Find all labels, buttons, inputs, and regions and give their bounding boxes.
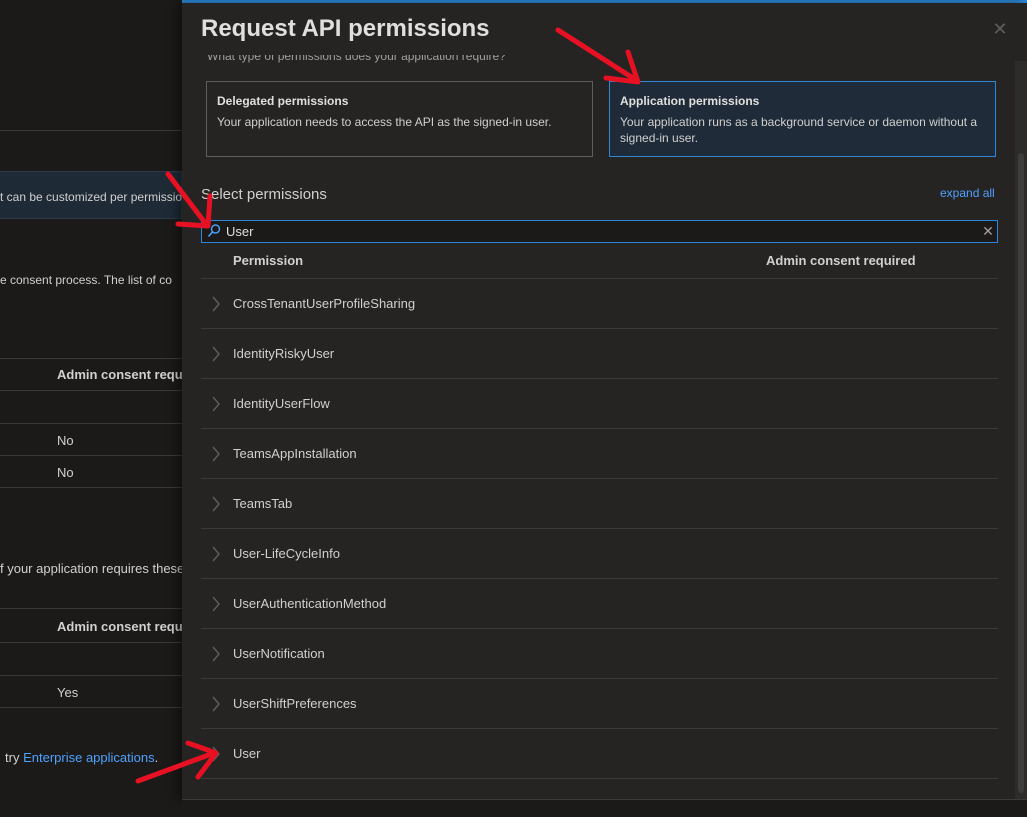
chevron-right-icon[interactable]	[211, 546, 221, 562]
card-description: Your application needs to access the API…	[217, 115, 552, 129]
permission-name: UserAuthenticationMethod	[233, 596, 387, 611]
application-permissions-card[interactable]: Application permissions Your application…	[609, 81, 996, 157]
permission-name: User	[233, 746, 261, 761]
card-title: Delegated permissions	[217, 94, 349, 108]
permission-row[interactable]: User	[201, 729, 998, 779]
close-icon[interactable]: ✕	[990, 19, 1010, 39]
permission-row[interactable]: UserAuthenticationMethod	[201, 579, 998, 629]
permission-row[interactable]: UserShiftPreferences	[201, 679, 998, 729]
consent-value: No	[57, 465, 74, 480]
partially-hidden-text: What type of permissions does your appli…	[207, 55, 506, 63]
permission-name: UserShiftPreferences	[233, 696, 357, 711]
chevron-right-icon[interactable]	[211, 296, 221, 312]
permission-name: User-LifeCycleInfo	[233, 546, 340, 561]
permissions-table-header: Permission Admin consent required	[201, 245, 998, 279]
chevron-right-icon[interactable]	[211, 696, 221, 712]
permission-name: UserNotification	[233, 646, 325, 661]
permission-name: TeamsAppInstallation	[233, 446, 357, 461]
enterprise-applications-link[interactable]: Enterprise applications	[23, 750, 155, 765]
card-title: Application permissions	[620, 94, 760, 108]
requires-text: f your application requires these	[0, 561, 182, 576]
chevron-right-icon[interactable]	[211, 396, 221, 412]
permission-row[interactable]: CrossTenantUserProfileSharing	[201, 279, 998, 329]
permission-row[interactable]: IdentityUserFlow	[201, 379, 998, 429]
footer-prefix: try	[5, 750, 20, 765]
chevron-right-icon[interactable]	[211, 746, 221, 762]
footer-text: try Enterprise applications.	[5, 750, 158, 765]
permission-row[interactable]: User-LifeCycleInfo	[201, 529, 998, 579]
permission-row[interactable]: UserNotification	[201, 629, 998, 679]
scrollbar[interactable]	[1015, 61, 1027, 800]
panel-title: Request API permissions	[201, 15, 490, 42]
admin-consent-header: Admin consent requ.	[57, 367, 182, 382]
consent-value: Yes	[57, 685, 79, 700]
divider	[0, 642, 182, 643]
info-notice: t can be customized per permission	[0, 171, 182, 219]
notice-text: t can be customized per permission	[0, 190, 182, 204]
permission-name: IdentityUserFlow	[233, 396, 330, 411]
chevron-right-icon[interactable]	[211, 596, 221, 612]
background-page: t can be customized per permission e con…	[0, 0, 182, 816]
divider	[0, 707, 182, 708]
chevron-right-icon[interactable]	[211, 496, 221, 512]
consent-value: No	[57, 433, 74, 448]
divider	[0, 130, 182, 131]
select-permissions-label: Select permissions	[201, 186, 327, 203]
permission-column-header: Permission	[233, 253, 304, 268]
delegated-permissions-card[interactable]: Delegated permissions Your application n…	[206, 81, 593, 157]
divider	[0, 390, 182, 391]
admin-consent-header: Admin consent requ.	[57, 619, 182, 634]
permissions-list: CrossTenantUserProfileSharing IdentityRis…	[201, 279, 998, 779]
footer-suffix: .	[154, 750, 159, 765]
permission-search-box[interactable]: ✕	[201, 220, 998, 243]
permission-name: TeamsTab	[233, 496, 293, 511]
chevron-right-icon[interactable]	[211, 346, 221, 362]
panel-footer-edge	[182, 799, 1027, 817]
clear-icon[interactable]: ✕	[980, 222, 996, 241]
permission-row[interactable]: IdentityRiskyUser	[201, 329, 998, 379]
permission-name: IdentityRiskyUser	[233, 346, 335, 361]
scrollbar-thumb[interactable]	[1018, 153, 1024, 793]
search-input[interactable]	[226, 222, 966, 241]
permission-row[interactable]: TeamsAppInstallation	[201, 429, 998, 479]
divider	[0, 487, 182, 488]
expand-all-link[interactable]: expand all	[940, 186, 995, 200]
chevron-right-icon[interactable]	[211, 646, 221, 662]
search-icon	[207, 224, 221, 238]
divider	[0, 608, 182, 609]
divider	[0, 358, 182, 359]
chevron-right-icon[interactable]	[211, 446, 221, 462]
request-api-permissions-panel: Request API permissions ✕ What type of p…	[182, 3, 1027, 800]
admin-consent-column-header: Admin consent required	[766, 253, 916, 268]
card-description: Your application runs as a background se…	[620, 115, 978, 145]
consent-text: e consent process. The list of co	[0, 273, 172, 287]
permission-row[interactable]: TeamsTab	[201, 479, 998, 529]
permission-name: CrossTenantUserProfileSharing	[233, 296, 416, 311]
divider	[0, 423, 182, 424]
divider	[0, 675, 182, 676]
divider	[0, 455, 182, 456]
